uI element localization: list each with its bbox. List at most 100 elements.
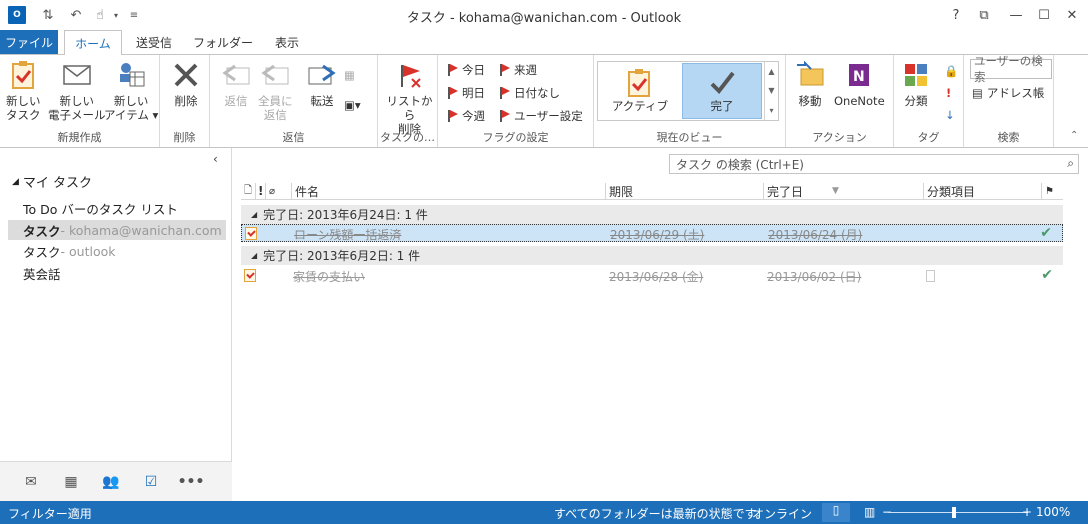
flag-icon (448, 110, 458, 122)
flag-status-column-header[interactable]: ⚑ (1041, 183, 1063, 199)
tab-folder[interactable]: フォルダー (190, 30, 256, 54)
tab-home[interactable]: ホーム (64, 30, 122, 55)
title-bar: O ⇅ ↶ ☝ ▾ ≡ タスク - kohama@wanichan.com - … (0, 0, 1088, 30)
collapse-ribbon-icon[interactable]: ⌃ (1070, 125, 1078, 145)
close-button[interactable]: ✕ (1058, 4, 1086, 26)
remove-from-list-button[interactable]: リストから 削除 (382, 59, 437, 136)
tab-view[interactable]: 表示 (264, 30, 310, 54)
view-completed-button[interactable]: 完了 (682, 63, 762, 119)
tab-send-receive[interactable]: 送受信 (126, 30, 182, 54)
category-column-header[interactable]: 分類項目 (923, 183, 1041, 199)
collapse-group-icon[interactable]: ◢ (251, 210, 257, 219)
view-active-button[interactable]: アクティブ (600, 63, 680, 119)
zoom-in-icon[interactable]: + (1022, 505, 1032, 519)
collapse-nav-icon[interactable]: ‹ (213, 152, 218, 166)
new-item-button[interactable]: 新しい アイテム ▾ (104, 59, 158, 122)
flag-icon (500, 110, 510, 122)
zoom-level[interactable]: 100% (1036, 505, 1070, 519)
due-column-header[interactable]: 期限 (605, 183, 761, 199)
more-views-icon[interactable]: ▾ (769, 106, 773, 115)
nav-item-eikaiwa[interactable]: 英会話 (8, 263, 226, 283)
nav-item-tasks-kohama[interactable]: タスク - kohama@wanichan.com (8, 220, 226, 240)
flag-next-week-button[interactable]: 来週 (500, 60, 537, 80)
ribbon-group-label: タスクの… (380, 131, 435, 144)
category-placeholder[interactable] (926, 270, 935, 282)
new-email-button[interactable]: 新しい 電子メール (48, 59, 106, 122)
new-task-button[interactable]: 新しい タスク (6, 59, 41, 122)
forward-button[interactable]: 転送 (306, 59, 338, 108)
online-status: オンライン (752, 507, 813, 521)
table-row[interactable]: 家賃の支払い 2013/06/28 (金) 2013/06/02 (日) ✔ (241, 267, 1063, 285)
tasks-icon[interactable]: ☑ (140, 472, 162, 492)
ribbon-tabs: ファイル ホーム 送受信 フォルダー 表示 (0, 30, 1088, 55)
completed-check-icon[interactable]: ✔ (1040, 225, 1052, 241)
view-gallery-scroll[interactable]: ▲ ▼ ▾ (764, 62, 778, 120)
people-icon[interactable]: 👥 (100, 472, 122, 492)
move-button[interactable]: 移動 (794, 59, 826, 108)
search-icon[interactable]: ⌕ (1067, 156, 1074, 171)
table-row[interactable]: ローン残額一括返済 2013/06/29 (土) 2013/06/24 (月) … (241, 224, 1063, 242)
help-button[interactable]: ? (942, 4, 970, 26)
onenote-icon: N (843, 59, 875, 91)
low-importance-icon[interactable]: ↓ (945, 105, 955, 125)
maximize-button[interactable]: ☐ (1030, 4, 1058, 26)
task-subject: ローン残額一括返済 (294, 227, 402, 242)
filter-applied-status: フィルター適用 (8, 507, 92, 521)
task-due-date: 2013/06/29 (土) (610, 227, 705, 242)
zoom-slider[interactable] (888, 512, 1028, 513)
column-header-row: 🗋 ! ⌀ 件名 期限 完了日 ▼ 分類項目 ⚑ (241, 182, 1063, 200)
completed-task-icon (245, 227, 257, 240)
nav-item-tasks-outlook[interactable]: タスク - outlook (8, 241, 226, 261)
flag-no-date-button[interactable]: 日付なし (500, 83, 560, 103)
more-respond-icon[interactable]: ▣▾ (344, 95, 361, 115)
onenote-button[interactable]: N OneNote (834, 59, 885, 108)
nav-item-todo-bar[interactable]: To Do バーのタスク リスト (8, 198, 226, 218)
ribbon-display-options-button[interactable]: ⧉ (970, 4, 998, 26)
flag-this-week-button[interactable]: 今週 (448, 106, 485, 126)
my-tasks-header[interactable]: ◢ マイ タスク (12, 172, 92, 191)
flag-tomorrow-button[interactable]: 明日 (448, 83, 485, 103)
reading-view-icon[interactable]: ▥ (864, 505, 875, 519)
flag-icon (500, 87, 510, 99)
categorize-button[interactable]: 分類 (900, 59, 932, 108)
new-task-icon (7, 59, 39, 91)
group-header[interactable]: ◢ 完了日: 2013年6月2日: 1 件 (241, 246, 1063, 265)
flag-custom-button[interactable]: ユーザー設定 (500, 106, 583, 126)
calendar-icon[interactable]: ▦ (60, 472, 82, 492)
importance-column-header[interactable]: ! (255, 183, 265, 199)
task-completed-date: 2013/06/24 (月) (768, 227, 863, 242)
tab-file[interactable]: ファイル (0, 30, 58, 54)
reply-all-button[interactable]: 全員に 返信 (258, 59, 293, 122)
group-header[interactable]: ◢ 完了日: 2013年6月24日: 1 件 (241, 205, 1063, 224)
search-people-input[interactable]: ユーザーの検索 (970, 54, 1052, 84)
ribbon-group-delete: 削除 削除 (160, 55, 210, 147)
more-icon[interactable]: ••• (178, 472, 205, 492)
subject-column-header[interactable]: 件名 (291, 183, 603, 199)
high-importance-icon[interactable]: ! (946, 83, 951, 103)
ribbon-group-label: 新規作成 (57, 131, 102, 144)
mail-icon[interactable]: ✉ (20, 472, 42, 492)
completed-check-icon[interactable]: ✔ (1041, 267, 1053, 283)
reply-button[interactable]: 返信 (220, 59, 252, 108)
private-lock-icon[interactable]: 🔒 (944, 61, 958, 81)
meeting-reply-icon[interactable]: ▦ (344, 65, 355, 85)
task-completed-date: 2013/06/02 (日) (767, 269, 862, 284)
collapse-group-icon[interactable]: ◢ (251, 251, 257, 260)
ribbon-group-task: リストから 削除 タスクの… (378, 55, 438, 147)
scroll-down-icon[interactable]: ▼ (768, 86, 774, 95)
attachment-column-header[interactable]: ⌀ (265, 183, 285, 199)
completed-column-header[interactable]: 完了日 ▼ (763, 183, 919, 199)
address-book-button[interactable]: ▤ アドレス帳 (972, 83, 1044, 103)
minimize-button[interactable]: — (1002, 4, 1030, 26)
ribbon-group-label: 削除 (173, 131, 196, 144)
task-search-input[interactable]: タスク の検索 (Ctrl+E) ⌕ (669, 154, 1079, 174)
forward-icon (306, 59, 338, 91)
delete-button[interactable]: 削除 (170, 59, 202, 108)
status-bar: フィルター適用 すべてのフォルダーは最新の状態です。 オンライン ▯ ▥ − +… (0, 501, 1088, 524)
reply-all-icon (259, 59, 291, 91)
zoom-slider-thumb[interactable] (952, 507, 956, 518)
flag-today-button[interactable]: 今日 (448, 60, 485, 80)
scroll-up-icon[interactable]: ▲ (768, 67, 774, 76)
normal-view-icon[interactable]: ▯ (822, 503, 850, 522)
icon-column-header[interactable]: 🗋 (241, 183, 255, 199)
